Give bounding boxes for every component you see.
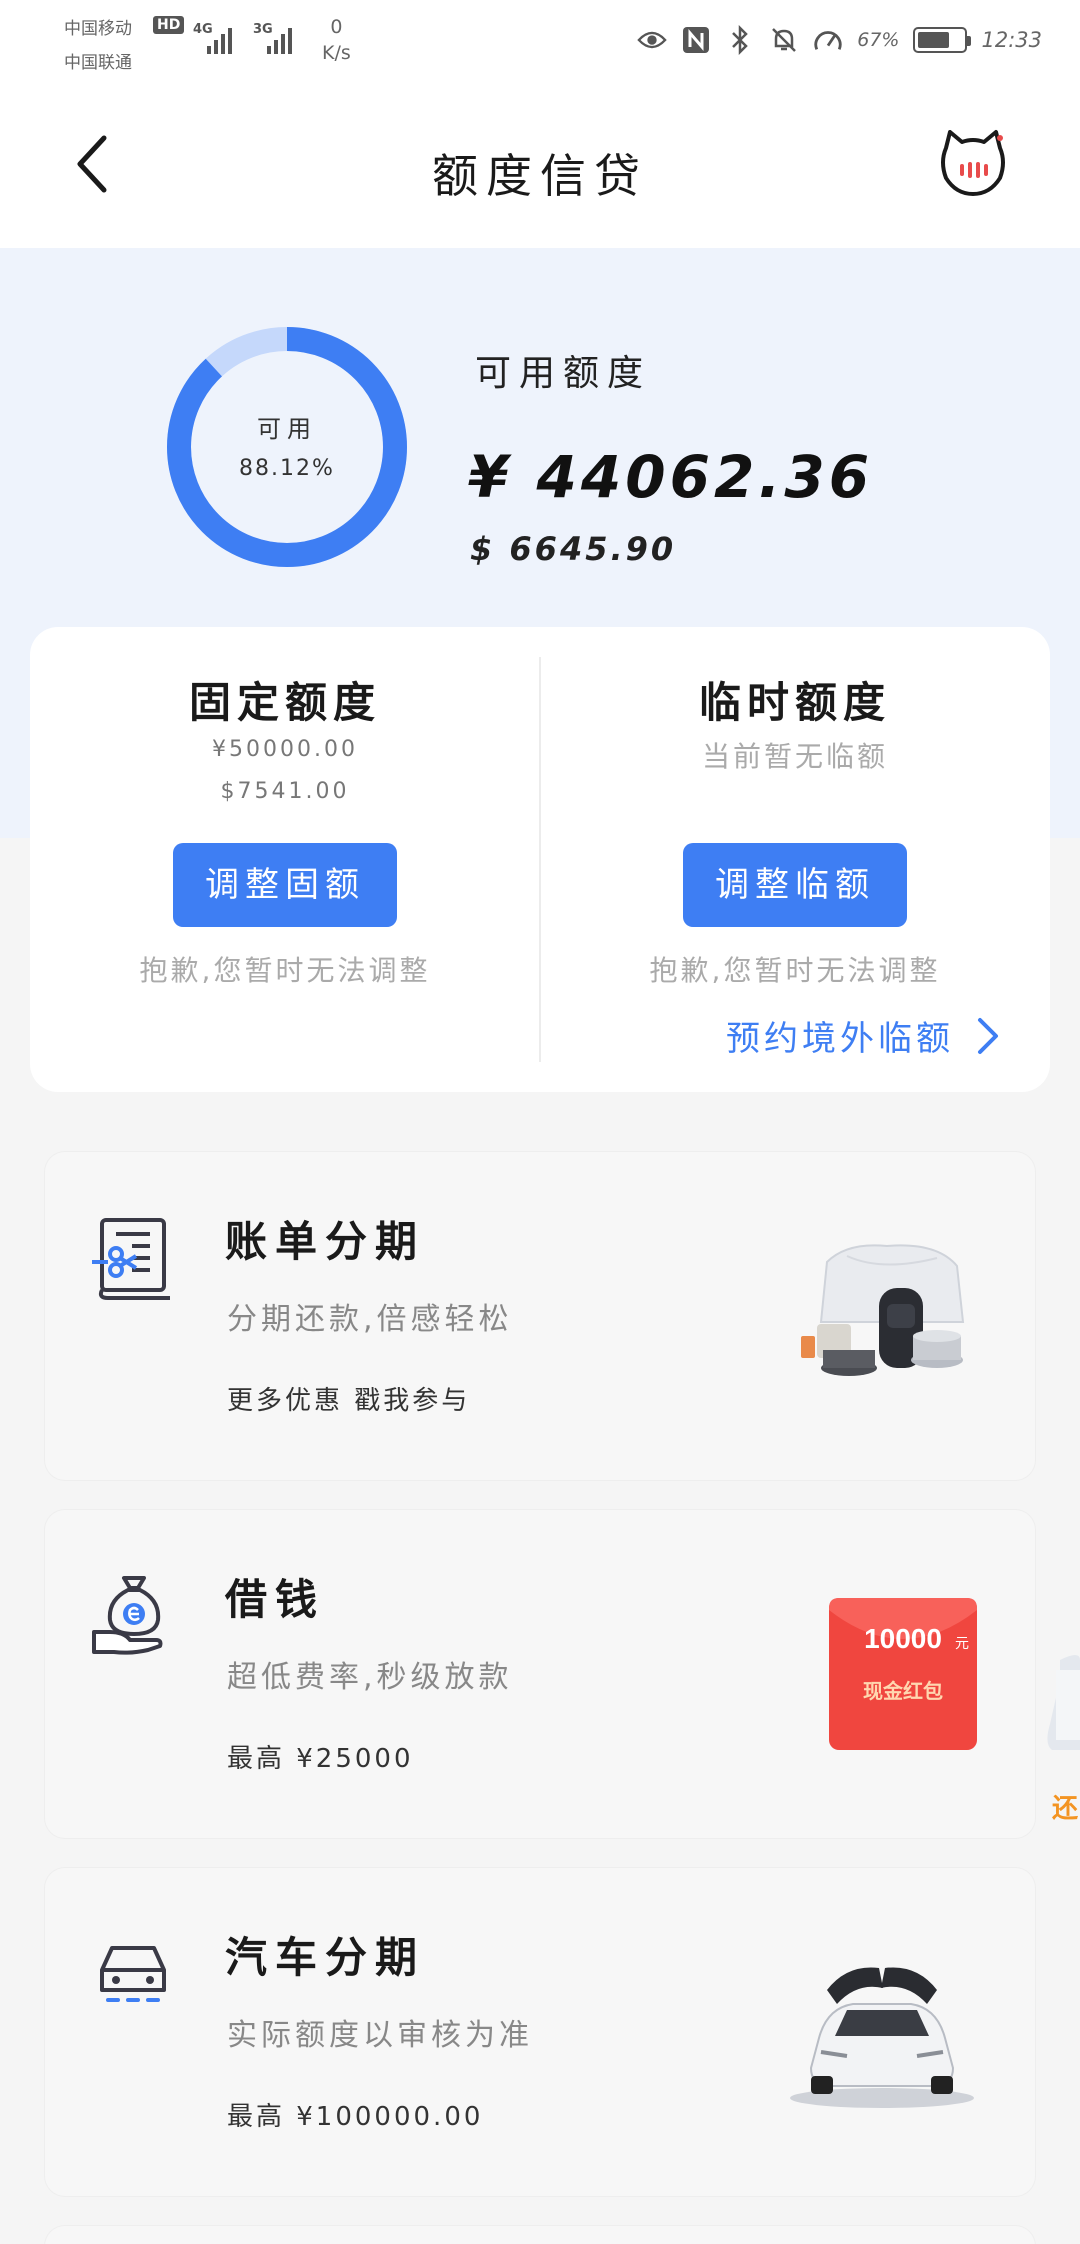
- product-loan[interactable]: 借钱 超低费率,秒级放款 最高 ¥25000 10000 元 现金红包: [45, 1510, 1035, 1838]
- fixed-quota-cny: ¥50000.00: [212, 737, 358, 762]
- envelope-caption: 现金红包: [863, 1679, 943, 1703]
- gauge-percent: 88.12%: [239, 456, 335, 481]
- product-meta: 最高 ¥100000.00: [227, 2102, 484, 2132]
- clock: 12:33: [981, 28, 1042, 52]
- eye-icon: [637, 25, 667, 55]
- fixed-quota: 固定额度 ¥50000.00 $7541.00 调整固额 抱歉,您暂时无法调整: [30, 627, 540, 1092]
- mascot-button[interactable]: [938, 128, 1008, 198]
- overseas-quota-label: 预约境外临额: [726, 1019, 954, 1059]
- product-meta: 最高 ¥25000: [227, 1744, 414, 1774]
- signal-1-icon: 4G: [193, 22, 237, 54]
- car-image: [787, 1948, 977, 2118]
- red-envelope-image: 10000 元 现金红包: [787, 1590, 977, 1760]
- product-title: 借钱: [225, 1575, 326, 1624]
- temporary-quota-title: 临时额度: [698, 678, 891, 727]
- cat-mascot-icon: [941, 130, 1005, 196]
- available-title: 可用额度: [475, 353, 652, 394]
- gauge-label: 可用: [257, 415, 317, 443]
- carrier-2: 中国联通: [64, 53, 132, 73]
- fixed-quota-usd: $7541.00: [220, 779, 350, 804]
- product-desc: 实际额度以审核为准: [227, 2018, 533, 2053]
- temporary-quota-status: 当前暂无临额: [701, 740, 888, 773]
- mute-icon: [769, 25, 799, 55]
- carrier-1: 中国移动: [64, 19, 132, 39]
- fixed-quota-note: 抱歉,您暂时无法调整: [139, 954, 431, 987]
- overseas-quota-link[interactable]: 预约境外临额: [726, 1011, 1000, 1060]
- page-title: 额度信贷: [432, 149, 648, 203]
- adjust-fixed-button[interactable]: 调整固额: [173, 843, 397, 927]
- product-car-installment[interactable]: 汽车分期 实际额度以审核为准 最高 ¥100000.00: [45, 1868, 1035, 2196]
- product-meta: 更多优惠 戳我参与: [227, 1386, 471, 1416]
- fixed-quota-title: 固定额度: [188, 678, 381, 727]
- nav-bar: 额度信贷: [0, 80, 1080, 248]
- battery-percent: 67%: [857, 29, 900, 51]
- product-bill-installment[interactable]: 账单分期 分期还款,倍感轻松 更多优惠 戳我参与: [45, 1152, 1035, 1480]
- quota-card: 固定额度 ¥50000.00 $7541.00 调整固额 抱歉,您暂时无法调整 …: [30, 627, 1050, 1092]
- available-gauge: 可用 88.12%: [163, 323, 411, 571]
- side-peek: 还: [1030, 1640, 1080, 1840]
- temporary-quota: 临时额度 当前暂无临额 调整临额 抱歉,您暂时无法调整 预约境外临额: [540, 627, 1050, 1092]
- chevron-right-icon: [978, 1017, 998, 1054]
- envelope-amount: 10000: [864, 1623, 942, 1654]
- temporary-quota-note: 抱歉,您暂时无法调整: [649, 954, 941, 987]
- bluetooth-icon: [725, 25, 755, 55]
- product-title: 账单分期: [225, 1217, 426, 1266]
- nfc-icon: [681, 25, 711, 55]
- available-cny: ¥ 44062.36: [468, 443, 874, 511]
- side-peek-text: 还: [1052, 1794, 1079, 1824]
- home-goods-image: [787, 1232, 977, 1402]
- net-speed: 0 K/s: [322, 16, 351, 64]
- status-bar: 中国移动 中国联通 HD 4G 3G 0 K/s 67% 12:33: [0, 0, 1080, 80]
- status-icons: 67% 12:33: [637, 20, 1042, 60]
- product-title: 汽车分期: [225, 1933, 426, 1982]
- product-desc: 超低费率,秒级放款: [227, 1660, 513, 1695]
- product-next[interactable]: [45, 2226, 1035, 2244]
- money-bag-icon: [90, 1570, 180, 1660]
- envelope-unit: 元: [955, 1635, 969, 1651]
- signal-2-icon: 3G: [253, 22, 297, 54]
- product-desc: 分期还款,倍感轻松: [227, 1302, 513, 1337]
- car-icon: [90, 1928, 180, 2018]
- battery-icon: [913, 27, 972, 53]
- hd-badge: HD: [153, 16, 185, 34]
- speed-icon: [813, 25, 843, 55]
- available-usd: $ 6645.90: [470, 530, 677, 568]
- adjust-temporary-button[interactable]: 调整临额: [683, 843, 907, 927]
- bill-installment-icon: [90, 1212, 180, 1302]
